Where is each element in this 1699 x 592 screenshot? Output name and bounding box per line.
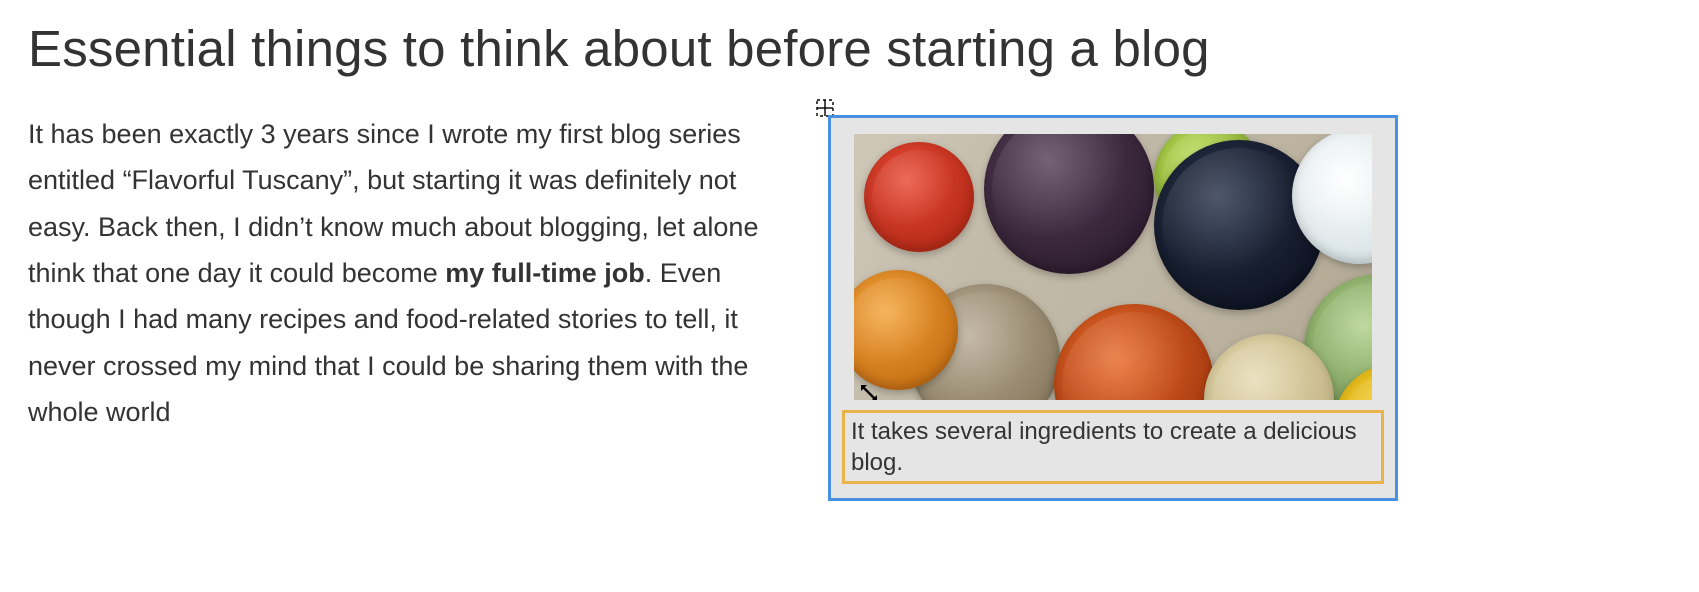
paragraph-bold: my full-time job [445, 258, 645, 288]
spice-spoon [984, 134, 1154, 274]
figure-container: It takes several ingredients to create a… [828, 115, 1398, 501]
image-resize-handle-icon[interactable] [856, 380, 882, 400]
figure-caption[interactable]: It takes several ingredients to create a… [842, 410, 1384, 484]
intro-paragraph: It has been exactly 3 years since I wrot… [28, 111, 788, 436]
spices-photo [854, 134, 1372, 400]
spice-spoon [864, 142, 974, 252]
spice-spoon [1054, 304, 1214, 400]
figure-selected[interactable]: It takes several ingredients to create a… [828, 115, 1398, 501]
body-text[interactable]: It has been exactly 3 years since I wrot… [28, 111, 788, 436]
figure-image[interactable] [854, 134, 1372, 400]
content-area: It has been exactly 3 years since I wrot… [28, 111, 1671, 501]
page-title: Essential things to think about before s… [28, 20, 1671, 79]
document-page: Essential things to think about before s… [0, 0, 1699, 521]
